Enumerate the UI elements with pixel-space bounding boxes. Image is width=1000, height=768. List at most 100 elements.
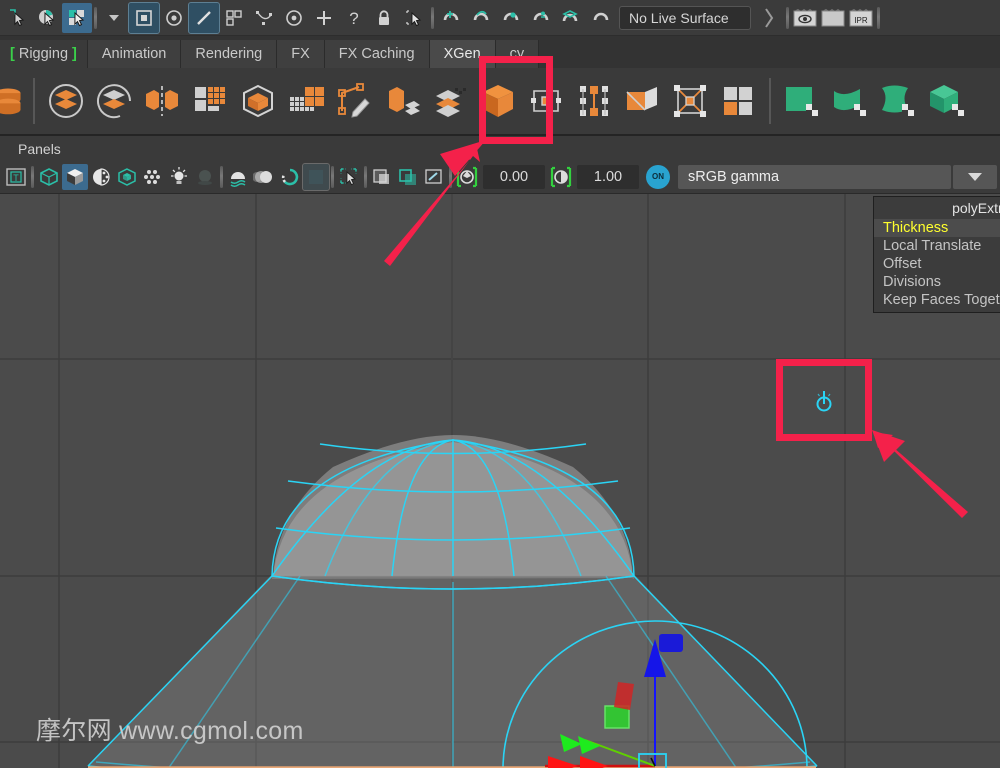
textured-icon[interactable] — [114, 164, 140, 190]
snap-to-projected-center-icon[interactable] — [219, 3, 249, 33]
magnet-surface-icon[interactable] — [556, 3, 586, 33]
svg-text:IPR: IPR — [854, 16, 868, 25]
marking-menu-item-thickness[interactable]: Thickness — [874, 219, 1000, 237]
vp-divider-2 — [218, 164, 225, 190]
snap-to-point-icon[interactable] — [188, 1, 220, 34]
tab-rendering[interactable]: Rendering — [181, 40, 278, 68]
use-default-material-icon[interactable] — [140, 164, 166, 190]
smooth-icon[interactable] — [186, 75, 234, 127]
tab-rigging[interactable]: [ Rigging ] — [0, 40, 88, 68]
tab-fx-caching[interactable]: FX Caching — [324, 40, 430, 68]
xray-active-icon[interactable] — [421, 164, 447, 190]
append-polygon-icon[interactable] — [618, 75, 666, 127]
tab-animation-label: Animation — [101, 46, 167, 62]
component-dropdown-icon[interactable] — [99, 3, 129, 33]
xray-icon[interactable] — [369, 164, 395, 190]
viewport-3d[interactable]: 摩尔网 www.cgmol.com — [0, 194, 1000, 768]
select-by-object-type-icon[interactable] — [32, 3, 62, 33]
render-frame-icon[interactable] — [819, 6, 847, 30]
xray-joints-icon[interactable] — [395, 164, 421, 190]
marking-menu-title: polyExtrude — [952, 200, 1000, 216]
nurbs-plane-icon[interactable] — [778, 75, 826, 127]
vp-divider-1 — [29, 164, 36, 190]
tab-fx[interactable]: FX — [277, 40, 325, 68]
motion-blur-icon[interactable] — [251, 164, 277, 190]
toolbar-divider-2 — [429, 5, 436, 31]
snap-to-pivot-icon[interactable] — [279, 3, 309, 33]
marking-menu-item-keep-faces-together[interactable]: Keep Faces Together — [874, 291, 1000, 309]
vp-divider-5 — [447, 164, 454, 190]
wedge-icon[interactable] — [666, 75, 714, 127]
select-by-hierarchy-icon[interactable] — [2, 3, 32, 33]
wireframe-icon[interactable] — [36, 164, 62, 190]
isolate-select-icon[interactable] — [336, 164, 362, 190]
shelf-divider-1 — [33, 78, 35, 124]
gamma-value[interactable]: 1.00 — [577, 164, 639, 189]
magnet-curve-icon[interactable] — [466, 3, 496, 33]
bracket-left-icon: [ — [10, 46, 15, 62]
panels-menu[interactable]: Panels — [18, 141, 61, 157]
color-profile-field[interactable]: sRGB gamma — [678, 164, 951, 189]
color-management-toggle-icon[interactable] — [302, 162, 330, 191]
add-divider-icon[interactable] — [309, 3, 339, 33]
viewport-toolbar: T 0.00 1.00 ON sRGB gamma — [0, 160, 1000, 194]
chevron-down-icon[interactable] — [953, 164, 997, 189]
help-icon[interactable]: ? — [339, 3, 369, 33]
snap-to-view-plane-icon[interactable] — [249, 3, 279, 33]
magnet-grid-icon[interactable] — [436, 3, 466, 33]
connect-icon[interactable] — [714, 75, 762, 127]
separate-icon[interactable] — [90, 75, 138, 127]
select-by-component-type-icon[interactable] — [62, 2, 92, 33]
snap-to-curve-icon[interactable] — [159, 3, 189, 33]
multi-cut-icon[interactable] — [426, 75, 474, 127]
ambient-occlusion-icon[interactable] — [225, 164, 251, 190]
multisample-icon[interactable] — [277, 164, 303, 190]
snap-to-grid-icon[interactable] — [128, 1, 160, 34]
nurbs-cube-icon[interactable] — [922, 75, 970, 127]
exposure-icon[interactable] — [454, 164, 480, 190]
ipr-render-icon[interactable]: IPR — [847, 6, 875, 30]
marking-menu-item-offset[interactable]: Offset — [874, 255, 1000, 273]
magnet-pivot-icon[interactable] — [526, 3, 556, 33]
live-surface-field[interactable]: No Live Surface — [619, 5, 751, 30]
shaded-wireframe-icon[interactable] — [88, 164, 114, 190]
exposure-value[interactable]: 0.00 — [483, 164, 545, 189]
bridge-icon[interactable] — [570, 75, 618, 127]
status-bar: ? No Live Surface IPR — [0, 0, 1000, 36]
extract-icon[interactable] — [378, 75, 426, 127]
svg-text:T: T — [13, 173, 19, 183]
mirror-geometry-icon[interactable] — [138, 75, 186, 127]
reduce-icon[interactable] — [282, 75, 330, 127]
shadows-icon[interactable] — [192, 164, 218, 190]
magnet-point-icon[interactable] — [496, 3, 526, 33]
tab-xgen-label: XGen — [443, 46, 481, 62]
bracket-right-icon: ] — [72, 46, 77, 62]
gamma-icon[interactable] — [548, 164, 574, 190]
lock-icon[interactable] — [369, 3, 399, 33]
marking-menu-item-local-translate[interactable]: Local Translate — [874, 237, 1000, 255]
combine-icon[interactable] — [42, 75, 90, 127]
expand-panel-icon[interactable] — [754, 3, 784, 33]
nurbs-revolve-icon[interactable] — [874, 75, 922, 127]
toolbar-divider-3 — [784, 5, 791, 31]
tab-rendering-label: Rendering — [195, 46, 263, 62]
create-polygon-tool-icon[interactable] — [330, 75, 378, 127]
select-tool-icon[interactable] — [399, 3, 429, 33]
extrude-shelf-highlight — [479, 56, 553, 144]
nurbs-loft-icon[interactable] — [826, 75, 874, 127]
lighting-icon[interactable] — [166, 164, 192, 190]
poly-cylinder-icon[interactable] — [0, 75, 26, 127]
subdiv-proxy-icon[interactable] — [234, 75, 282, 127]
text-display-icon[interactable]: T — [3, 164, 29, 190]
tab-animation[interactable]: Animation — [87, 40, 182, 68]
marking-menu-polyextrude[interactable]: polyExtrude Thickness Local Translate Of… — [873, 196, 1000, 313]
magnet-plain-icon[interactable] — [586, 3, 616, 33]
render-view-icon[interactable] — [791, 6, 819, 30]
vp-divider-4 — [362, 164, 369, 190]
tab-fx-label: FX — [291, 46, 310, 62]
shaded-icon[interactable] — [62, 163, 88, 190]
vp-divider-3 — [329, 164, 336, 190]
marking-menu-item-divisions[interactable]: Divisions — [874, 273, 1000, 291]
tab-fx-caching-label: FX Caching — [338, 46, 415, 62]
color-management-badge[interactable]: ON — [646, 164, 670, 189]
